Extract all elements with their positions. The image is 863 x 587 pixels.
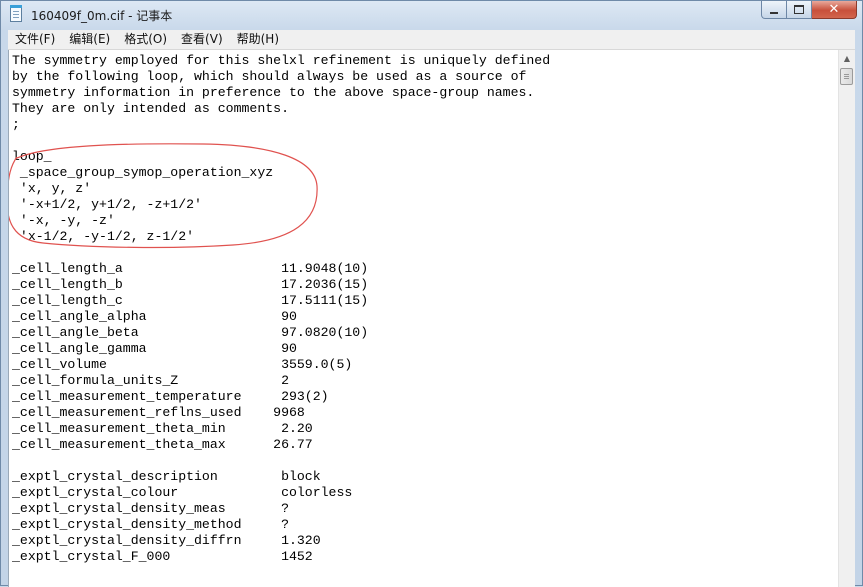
text-line	[12, 565, 836, 581]
vertical-scrollbar[interactable]: ▲	[838, 50, 855, 587]
text-line: 'x-1/2, -y-1/2, z-1/2'	[12, 229, 195, 244]
close-button[interactable]: ✕	[812, 1, 857, 19]
caption-buttons: ✕	[761, 1, 857, 21]
menu-help[interactable]: 帮助(H)	[230, 30, 286, 49]
notepad-window: 160409f_0m.cif - 记事本 ✕ 文件(F) 编辑(E) 格式(O)…	[0, 0, 863, 587]
text-line: by the following loop, which should alwa…	[12, 69, 527, 84]
text-line: _space_group_symop_operation_xyz	[12, 165, 274, 180]
text-line: _cell_measurement_theta_min 2.20	[12, 421, 313, 436]
text-line: '-x+1/2, y+1/2, -z+1/2'	[12, 197, 202, 212]
minimize-button[interactable]	[761, 1, 787, 19]
text-line: _exptl_crystal_density_meas ?	[12, 501, 289, 516]
maximize-icon	[794, 5, 804, 14]
text-line: _cell_length_a 11.9048(10)	[12, 261, 369, 276]
text-line: ;	[12, 117, 20, 132]
menu-view[interactable]: 查看(V)	[174, 30, 230, 49]
notepad-icon	[10, 5, 22, 22]
close-icon: ✕	[828, 2, 840, 17]
window-title: 160409f_0m.cif - 记事本	[31, 9, 173, 23]
text-line: _exptl_crystal_colour colorless	[12, 485, 353, 500]
text-line: They are only intended as comments.	[12, 101, 289, 116]
maximize-button[interactable]	[787, 1, 812, 19]
text-line: _cell_measurement_reflns_used 9968	[12, 405, 305, 420]
text-line: _exptl_crystal_density_method ?	[12, 517, 289, 532]
text-line	[12, 133, 836, 149]
text-line: _cell_measurement_theta_max 26.77	[12, 437, 313, 452]
menu-edit[interactable]: 编辑(E)	[62, 30, 117, 49]
menu-format[interactable]: 格式(O)	[117, 30, 174, 49]
text-line	[12, 453, 836, 469]
text-line: _cell_length_c 17.5111(15)	[12, 293, 369, 308]
text-line: _cell_angle_beta 97.0820(10)	[12, 325, 369, 340]
text-line: The symmetry employed for this shelxl re…	[12, 53, 551, 68]
text-editor[interactable]: The symmetry employed for this shelxl re…	[8, 50, 855, 587]
text-line: _cell_angle_gamma 90	[12, 341, 297, 356]
text-line: '-x, -y, -z'	[12, 213, 115, 228]
text-line	[12, 245, 836, 261]
scroll-up-arrow-icon[interactable]: ▲	[839, 50, 855, 67]
text-line: _exptl_crystal_F_000 1452	[12, 549, 313, 564]
text-line: _exptl_crystal_density_diffrn 1.320	[12, 533, 321, 548]
text-line: _exptl_crystal_description block	[12, 469, 321, 484]
text-line: _cell_angle_alpha 90	[12, 309, 297, 324]
text-line: _cell_length_b 17.2036(15)	[12, 277, 369, 292]
document-text[interactable]: The symmetry employed for this shelxl re…	[12, 53, 836, 587]
text-line: loop_	[12, 149, 52, 164]
text-line: 'x, y, z'	[12, 181, 92, 196]
scrollbar-thumb[interactable]	[840, 68, 853, 85]
text-line: _cell_measurement_temperature 293(2)	[12, 389, 329, 404]
text-line: _cell_volume 3559.0(5)	[12, 357, 353, 372]
menu-bar: 文件(F) 编辑(E) 格式(O) 查看(V) 帮助(H)	[8, 30, 855, 50]
minimize-icon	[770, 11, 778, 14]
menu-file[interactable]: 文件(F)	[8, 30, 62, 49]
text-line: _cell_formula_units_Z 2	[12, 373, 289, 388]
text-line: symmetry information in preference to th…	[12, 85, 535, 100]
title-bar[interactable]: 160409f_0m.cif - 记事本 ✕	[1, 1, 862, 29]
